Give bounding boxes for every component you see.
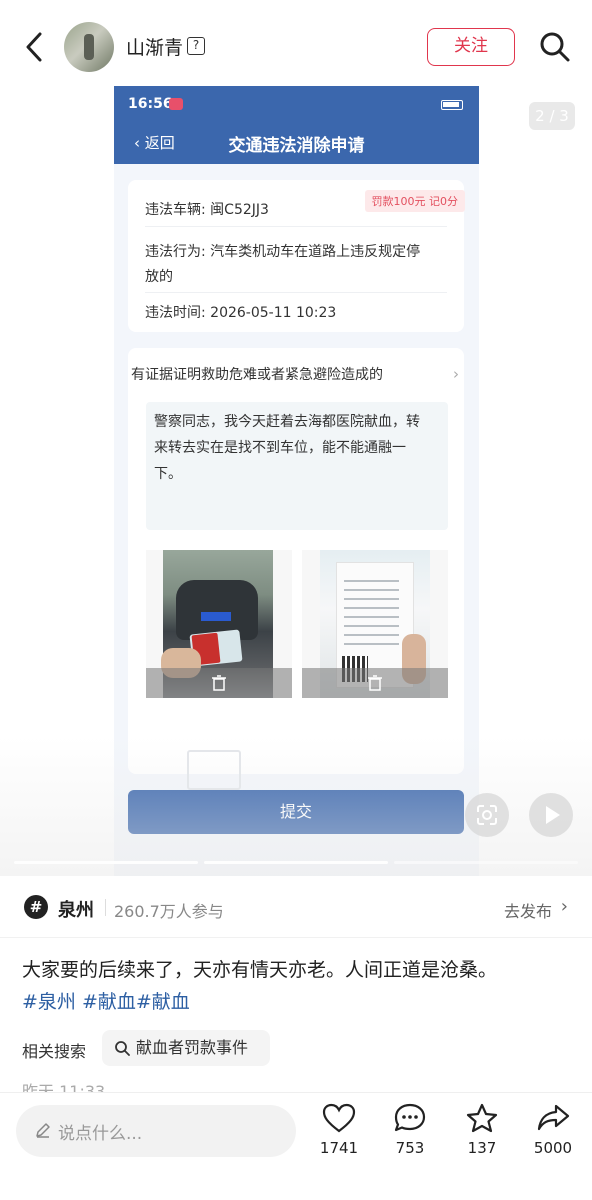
- time-row: 违法时间: 2026-05-11 10:23: [145, 305, 337, 321]
- star-icon: [466, 1103, 498, 1133]
- evidence-photo-car: [146, 550, 292, 698]
- bottom-action-bar: 说点什么... 1741 753 137 5000: [0, 1092, 592, 1200]
- like-button[interactable]: 1741: [309, 1103, 369, 1173]
- battery-icon: [441, 100, 463, 110]
- vehicle-row: 违法车辆: 闽C52JJ3: [145, 202, 269, 218]
- pencil-icon: [36, 1123, 50, 1138]
- favorite-button[interactable]: 137: [452, 1103, 512, 1173]
- scan-icon: [477, 805, 497, 825]
- favorite-count: 137: [467, 1139, 497, 1157]
- comment-placeholder: 说点什么...: [58, 1124, 143, 1144]
- avatar[interactable]: [64, 22, 114, 72]
- like-count: 1741: [319, 1139, 359, 1157]
- top-header: 山渐青 ? 关注: [0, 0, 592, 86]
- heart-icon: [169, 98, 183, 110]
- play-icon: [546, 806, 560, 824]
- hashtag-link[interactable]: #献血: [82, 991, 136, 1013]
- reason-text: 有证据证明救助危难或者紧急避险造成的: [131, 367, 383, 383]
- statement-text: 警察同志，我今天赶着去海都医院献血，转 来转去实在是找不到车位，能不能通融一 下…: [146, 402, 448, 530]
- help-badge-icon[interactable]: ?: [187, 37, 205, 55]
- back-arrow-icon[interactable]: [22, 30, 48, 64]
- progress-segment-2: [204, 861, 388, 864]
- behavior-row: 违法行为: 汽车类机动车在道路上违反规定停 放的: [145, 244, 421, 285]
- post-body: 大家要的后续来了，天亦有情天亦老。人间正道是沧桑。 #泉州 #献血#献血: [22, 954, 578, 1018]
- progress-segment-1: [14, 861, 198, 864]
- share-button[interactable]: 5000: [523, 1103, 583, 1173]
- status-time: 16:56: [128, 96, 173, 112]
- search-icon[interactable]: [538, 30, 572, 64]
- comment-input[interactable]: 说点什么...: [16, 1105, 296, 1157]
- related-search-label: 相关搜索: [22, 1042, 87, 1061]
- app-header: 16:56 ‹ 返回 交通违法消除申请: [114, 86, 479, 164]
- share-icon: [537, 1104, 570, 1131]
- topic-bar[interactable]: # 泉州 260.7万人参与 去发布 ›: [0, 876, 592, 938]
- chevron-right-icon: ›: [453, 365, 459, 383]
- trash-icon: [368, 675, 382, 691]
- evidence-photo-receipt: [302, 550, 448, 698]
- post-text: 大家要的后续来了，天亦有情天亦老。人间正道是沧桑。: [22, 959, 498, 981]
- heart-icon: [322, 1103, 356, 1133]
- follow-button[interactable]: 关注: [427, 28, 515, 66]
- hashtag-icon: #: [24, 895, 48, 919]
- comment-icon: [394, 1103, 426, 1132]
- page-counter: 2 / 3: [529, 102, 575, 130]
- comment-count: 753: [395, 1139, 425, 1157]
- media-carousel[interactable]: 16:56 ‹ 返回 交通违法消除申请 违法车辆: 闽C52JJ3 违法行为: …: [0, 86, 592, 876]
- search-icon: [115, 1041, 130, 1056]
- play-button[interactable]: [529, 793, 573, 837]
- comment-button[interactable]: 753: [380, 1103, 440, 1173]
- share-count: 5000: [533, 1139, 573, 1157]
- username[interactable]: 山渐青: [126, 33, 183, 60]
- hashtag-link[interactable]: #泉州: [22, 991, 76, 1013]
- related-search-chip[interactable]: 献血者罚款事件: [102, 1030, 270, 1066]
- topic-name[interactable]: 泉州: [58, 896, 94, 922]
- hashtag-link[interactable]: #献血: [136, 991, 190, 1013]
- topic-participants: 260.7万人参与: [114, 902, 224, 921]
- scan-image-button[interactable]: [465, 793, 509, 837]
- fine-badge: 罚款100元 记0分: [364, 190, 465, 212]
- progress-segment-3: [394, 861, 578, 864]
- app-title: 交通违法消除申请: [228, 136, 365, 156]
- publish-link[interactable]: 去发布: [504, 898, 552, 922]
- chevron-right-icon[interactable]: ›: [561, 896, 568, 917]
- trash-icon: [212, 675, 226, 691]
